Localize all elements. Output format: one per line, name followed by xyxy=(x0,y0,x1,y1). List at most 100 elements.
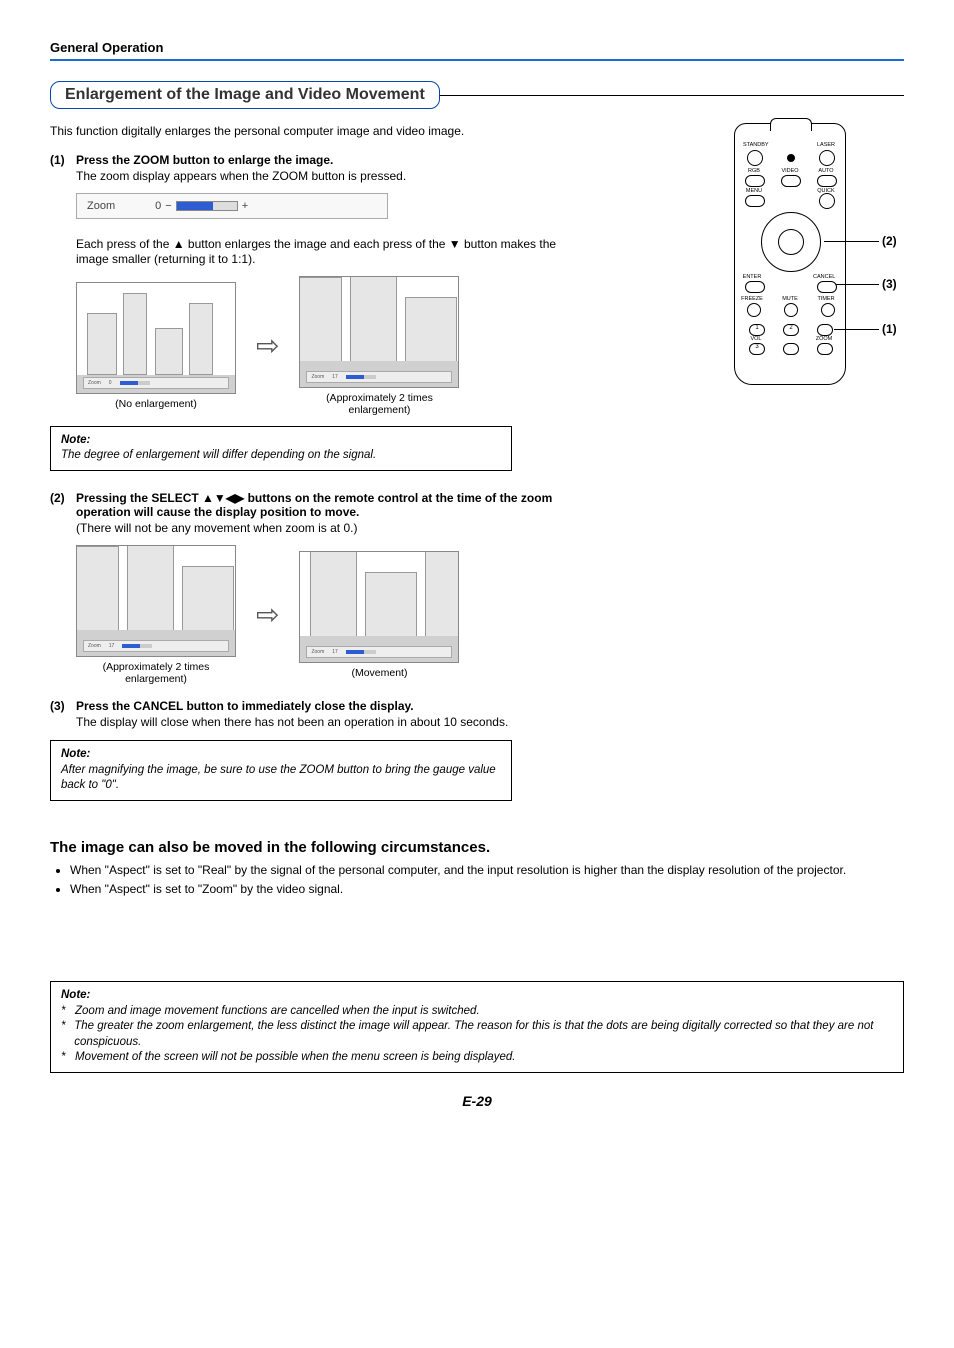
note-3-item-1: Zoom and image movement functions are ca… xyxy=(75,1004,480,1020)
zoom-minus: − xyxy=(165,200,171,212)
zoom-out-button xyxy=(817,343,833,355)
zoom-display: Zoom 0 − + xyxy=(76,193,388,219)
mini-zoom-val: 17 xyxy=(332,649,338,655)
callout-3: (3) xyxy=(882,277,897,291)
figure-2a-caption: (Approximately 2 times enlargement) xyxy=(76,661,236,685)
note-3-item-3: Movement of the screen will not be possi… xyxy=(75,1050,515,1066)
callout-line-1 xyxy=(834,329,879,330)
note-2: Note: After magnifying the image, be sur… xyxy=(50,740,512,801)
step-1-num: (1) xyxy=(50,153,76,167)
callout-2: (2) xyxy=(882,234,897,248)
step-1-desc: Each press of the ▲ button enlarges the … xyxy=(76,237,590,268)
bullet-list: When "Aspect" is set to "Real" by the si… xyxy=(50,862,904,898)
label-vol: VOL xyxy=(745,336,767,342)
laser-button xyxy=(819,150,835,166)
label-rgb: RGB xyxy=(743,168,765,174)
label-cancel: CANCEL xyxy=(813,274,835,280)
standby-button xyxy=(747,150,763,166)
mini-zoom-label: Zoom xyxy=(311,649,324,655)
num-2-button: 2 xyxy=(783,324,799,336)
step-3-num: (3) xyxy=(50,699,76,713)
note-3-label: Note: xyxy=(61,989,90,1001)
auto-button xyxy=(817,175,837,187)
sub-heading: The image can also be moved in the follo… xyxy=(50,839,904,856)
label-enter: ENTER xyxy=(741,274,763,280)
label-zoom: ZOOM xyxy=(813,336,835,342)
select-nav-ring xyxy=(761,212,821,272)
zoom-label: Zoom xyxy=(87,200,115,212)
label-menu: MENU xyxy=(743,188,765,194)
note-1-label: Note: xyxy=(61,434,90,446)
page-number: E-29 xyxy=(50,1093,904,1109)
label-standby: STANDBY xyxy=(743,142,765,148)
timer-button xyxy=(821,303,835,317)
label-auto: AUTO xyxy=(815,168,837,174)
menu-button xyxy=(745,195,765,207)
mute-button xyxy=(784,303,798,317)
label-timer: TIMER xyxy=(815,296,837,302)
step-2-title: Pressing the SELECT ▲▼◀▶ buttons on the … xyxy=(76,491,552,519)
note-3-item-2: The greater the zoom enlargement, the le… xyxy=(74,1019,893,1050)
arrow-right-icon: ⇨ xyxy=(256,329,279,362)
rgb-button xyxy=(745,175,765,187)
step-1: (1) Press the ZOOM button to enlarge the… xyxy=(50,153,590,167)
section-title: Enlargement of the Image and Video Movem… xyxy=(50,81,440,109)
indicator-dot xyxy=(787,154,795,162)
zoom-plus: + xyxy=(242,200,248,212)
step-1-sub: The zoom display appears when the ZOOM b… xyxy=(76,169,590,185)
mini-zoom-label: Zoom xyxy=(311,374,324,380)
intro-text: This function digitally enlarges the per… xyxy=(50,123,590,139)
freeze-button xyxy=(747,303,761,317)
remote-illustration: STANDBY LASER RGB VIDEO AUTO MENU QUICK xyxy=(734,123,904,403)
quick-button xyxy=(819,193,835,209)
callout-line-3 xyxy=(836,284,879,285)
video-button xyxy=(781,175,801,187)
note-1: Note: The degree of enlargement will dif… xyxy=(50,426,512,471)
callout-1: (1) xyxy=(882,322,897,336)
mini-zoom-val: 0 xyxy=(109,380,112,386)
figure-2x-enlargement: Zoom 17 xyxy=(299,276,459,388)
step-3-sub: The display will close when there has no… xyxy=(76,715,590,731)
section-title-line xyxy=(440,95,904,96)
label-freeze: FREEZE xyxy=(741,296,763,302)
step-2-sub: (There will not be any movement when zoo… xyxy=(76,521,590,537)
step-3-title: Press the CANCEL button to immediately c… xyxy=(76,699,414,713)
zoom-button xyxy=(817,324,833,336)
mini-zoom-val: 17 xyxy=(109,643,115,649)
note-2-text: After magnifying the image, be sure to u… xyxy=(61,764,496,792)
figure-2x-enlargement-b: Zoom 17 xyxy=(76,545,236,657)
bullet-1: When "Aspect" is set to "Real" by the si… xyxy=(70,862,904,879)
section-title-row: Enlargement of the Image and Video Movem… xyxy=(50,81,904,109)
num-1-button: 1 xyxy=(749,324,765,336)
step-1-title: Press the ZOOM button to enlarge the ima… xyxy=(76,153,333,167)
mini-zoom-val: 17 xyxy=(332,374,338,380)
note-2-label: Note: xyxy=(61,748,90,760)
page-header: General Operation xyxy=(50,40,904,55)
step-2-num: (2) xyxy=(50,491,76,519)
figure-1b-caption: (Approximately 2 times enlargement) xyxy=(299,392,459,416)
note-3: Note: *Zoom and image movement functions… xyxy=(50,981,904,1073)
callout-line-2 xyxy=(824,241,879,242)
label-laser: LASER xyxy=(815,142,837,148)
zoom-gauge xyxy=(176,201,238,211)
figure-no-enlargement: Zoom 0 xyxy=(76,282,236,394)
cancel-button xyxy=(817,281,837,293)
num-3-button: 3 xyxy=(749,343,765,355)
note-1-text: The degree of enlargement will differ de… xyxy=(61,449,376,461)
mini-zoom-label: Zoom xyxy=(88,380,101,386)
figure-movement: Zoom 17 xyxy=(299,551,459,663)
enter-button xyxy=(745,281,765,293)
label-video: VIDEO xyxy=(779,168,801,174)
header-rule xyxy=(50,59,904,61)
figure-2b-caption: (Movement) xyxy=(299,667,459,679)
figure-row-1: Zoom 0 (No enlargement) ⇨ Zoom 17 xyxy=(76,276,590,416)
figure-1a-caption: (No enlargement) xyxy=(76,398,236,410)
num-4-button xyxy=(783,343,799,355)
mini-zoom-label: Zoom xyxy=(88,643,101,649)
zoom-value: 0 xyxy=(155,200,161,212)
step-2: (2) Pressing the SELECT ▲▼◀▶ buttons on … xyxy=(50,491,590,519)
bullet-2: When "Aspect" is set to "Zoom" by the vi… xyxy=(70,881,904,898)
step-3: (3) Press the CANCEL button to immediate… xyxy=(50,699,590,713)
arrow-right-icon: ⇨ xyxy=(256,598,279,631)
label-mute: MUTE xyxy=(779,296,801,302)
